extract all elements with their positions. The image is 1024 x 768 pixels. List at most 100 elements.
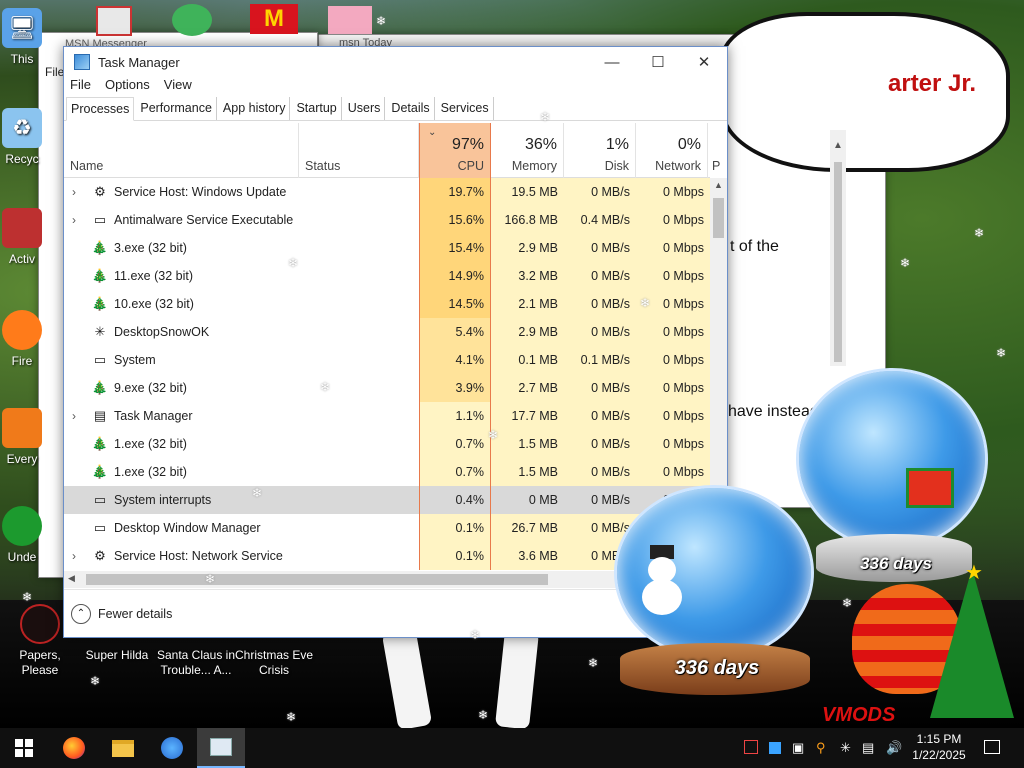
table-row[interactable]: 🎄 10.exe (32 bit) 14.5% 2.1 MB 0 MB/s 0 Mbps: [64, 290, 710, 318]
expand-chevron-icon[interactable]: ›: [72, 185, 82, 199]
column-header-memory[interactable]: 36% Memory: [491, 123, 564, 178]
bg-scroll-thumb[interactable]: [834, 162, 842, 362]
bg-scroll-up-icon[interactable]: ▲: [833, 140, 843, 151]
taskbar-clock[interactable]: 1:15 PM 1/22/2025: [900, 731, 978, 763]
process-cpu: 15.6%: [419, 206, 491, 234]
tab-app-history[interactable]: App history: [219, 97, 291, 120]
snowflake-icon: ❄: [205, 572, 216, 586]
task-manager-titlebar[interactable]: Task Manager — ☐ ✕: [64, 47, 727, 77]
tab-details[interactable]: Details: [387, 97, 435, 120]
bg-window-scrollbar[interactable]: ▲: [830, 130, 846, 366]
menu-options[interactable]: Options: [105, 77, 150, 97]
tray-snowflake-icon[interactable]: ✳: [840, 740, 851, 756]
expand-chevron-icon[interactable]: ›: [72, 213, 82, 227]
tree-icon: 🎄: [91, 380, 109, 395]
snow-globe-right[interactable]: 336 days: [796, 368, 991, 588]
process-cpu: 14.5%: [419, 290, 491, 318]
tab-services[interactable]: Services: [437, 97, 494, 120]
gear-icon: ⚙: [94, 184, 106, 199]
game-icon: [2, 506, 42, 546]
table-row[interactable]: ✳ DesktopSnowOK 5.4% 2.9 MB 0 MB/s 0 Mbps: [64, 318, 710, 346]
start-button[interactable]: [0, 728, 48, 768]
column-header-name[interactable]: Name: [64, 123, 299, 178]
expand-chevron-icon[interactable]: ›: [72, 409, 82, 423]
desktop-icon-recycle-bin[interactable]: ♻ Recyc: [0, 108, 44, 167]
process-cpu: 0.7%: [419, 430, 491, 458]
menu-view[interactable]: View: [164, 77, 192, 97]
msn-menu-file[interactable]: File: [45, 65, 64, 79]
tray-search-icon[interactable]: ⚲: [816, 740, 826, 756]
desktop-icon-label: Recyc: [5, 152, 39, 166]
tab-startup[interactable]: Startup: [292, 97, 342, 120]
process-name: Desktop Window Manager: [114, 521, 261, 535]
tab-processes[interactable]: Processes: [66, 97, 135, 121]
table-row[interactable]: 🎄 1.exe (32 bit) 0.7% 1.5 MB 0 MB/s 0 Mbps: [64, 458, 710, 486]
table-row[interactable]: › ⚙ Service Host: Windows Update 19.7% 19.5 …: [64, 178, 710, 206]
clock-time: 1:15 PM: [916, 732, 962, 746]
table-row[interactable]: 🎄 1.exe (32 bit) 0.7% 1.5 MB 0 MB/s 0 Mbps: [64, 430, 710, 458]
process-network: 0 Mbps: [636, 402, 710, 430]
chevron-up-icon[interactable]: ⌃: [71, 603, 91, 624]
globe-days-label: 336 days: [674, 657, 760, 679]
desktop-icon-top-4[interactable]: [328, 6, 372, 34]
taskbar-firefox[interactable]: [50, 728, 98, 768]
taskbar-task-manager[interactable]: [197, 728, 245, 768]
process-network: 0 Mbps: [636, 346, 710, 374]
desktop-icon-this-pc[interactable]: 🖥 This: [0, 8, 44, 67]
snowflake-icon: ✳: [94, 324, 106, 339]
column-header-disk[interactable]: 1% Disk: [564, 123, 636, 178]
column-name-label: Name: [70, 159, 104, 173]
cpu-total-pct: 97%: [451, 136, 484, 153]
tray-app-icon[interactable]: [744, 740, 758, 754]
column-header-cpu[interactable]: ⌄ 97% CPU: [419, 123, 491, 178]
menu-file[interactable]: File: [70, 77, 91, 97]
desktop-icon-activ[interactable]: Activ: [0, 208, 44, 267]
snowflake-icon: ❄: [376, 14, 387, 28]
column-header-network[interactable]: 0% Network: [636, 123, 708, 178]
table-row[interactable]: 🎄 11.exe (32 bit) 14.9% 3.2 MB 0 MB/s 0 Mbps: [64, 262, 710, 290]
desktop-icon-every[interactable]: Every: [0, 408, 44, 467]
maximize-button[interactable]: ☐: [635, 47, 681, 77]
table-row[interactable]: › ▤ Task Manager 1.1% 17.7 MB 0 MB/s 0 Mbps: [64, 402, 710, 430]
snow-globe-left[interactable]: 336 days: [612, 485, 817, 700]
taskbar-file-explorer[interactable]: [99, 728, 147, 768]
horizontal-scroll-thumb[interactable]: [86, 574, 548, 585]
column-header-power[interactable]: P: [708, 123, 728, 178]
fewer-details-link[interactable]: Fewer details: [98, 607, 172, 621]
desktop-icon-top-3[interactable]: M: [250, 4, 298, 34]
window-icon: ▭: [93, 520, 107, 535]
table-row[interactable]: 🎄 9.exe (32 bit) 3.9% 2.7 MB 0 MB/s 0 Mbps: [64, 374, 710, 402]
table-row[interactable]: › ▭ Antimalware Service Executable 15.6% 166…: [64, 206, 710, 234]
tab-users[interactable]: Users: [344, 97, 386, 120]
desktop-icon-top-1[interactable]: [96, 6, 132, 36]
vertical-scroll-thumb[interactable]: [713, 198, 724, 238]
process-network: 0 Mbps: [636, 318, 710, 346]
close-button[interactable]: ✕: [681, 47, 727, 77]
expand-chevron-icon[interactable]: ›: [72, 549, 82, 563]
column-header-status[interactable]: Status: [299, 123, 419, 178]
process-cpu: 3.9%: [419, 374, 491, 402]
tray-network-app-icon[interactable]: ▣: [792, 740, 804, 756]
snowflake-icon: ❄: [288, 256, 299, 270]
minimize-button[interactable]: —: [589, 47, 635, 77]
table-row[interactable]: ▭ System 4.1% 0.1 MB 0.1 MB/s 0 Mbps: [64, 346, 710, 374]
tray-network-icon[interactable]: ▤: [862, 740, 874, 756]
scroll-up-icon[interactable]: ▲: [714, 180, 723, 190]
taskbar-msn-messenger[interactable]: [148, 728, 196, 768]
firefox-icon: [2, 310, 42, 350]
desktop-icon-top-2[interactable]: [172, 4, 212, 36]
tray-blue-square-icon[interactable]: [769, 742, 781, 754]
column-status-label: Status: [305, 159, 341, 173]
table-row[interactable]: 🎄 3.exe (32 bit) 15.4% 2.9 MB 0 MB/s 0 Mbps: [64, 234, 710, 262]
desktop-icon-firefox[interactable]: Fire: [0, 310, 44, 369]
desktop-icon-unde[interactable]: Unde: [0, 506, 44, 565]
scroll-left-icon[interactable]: ◀: [68, 573, 75, 584]
process-name: Antimalware Service Executable: [114, 213, 294, 227]
column-memory-label: Memory: [511, 159, 557, 173]
process-cpu: 4.1%: [419, 346, 491, 374]
column-cpu-label: CPU: [457, 159, 484, 173]
process-name: 1.exe (32 bit): [114, 437, 187, 451]
notification-center-icon[interactable]: [984, 740, 1000, 754]
process-memory: 17.7 MB: [491, 402, 564, 430]
tab-performance[interactable]: Performance: [136, 97, 217, 120]
